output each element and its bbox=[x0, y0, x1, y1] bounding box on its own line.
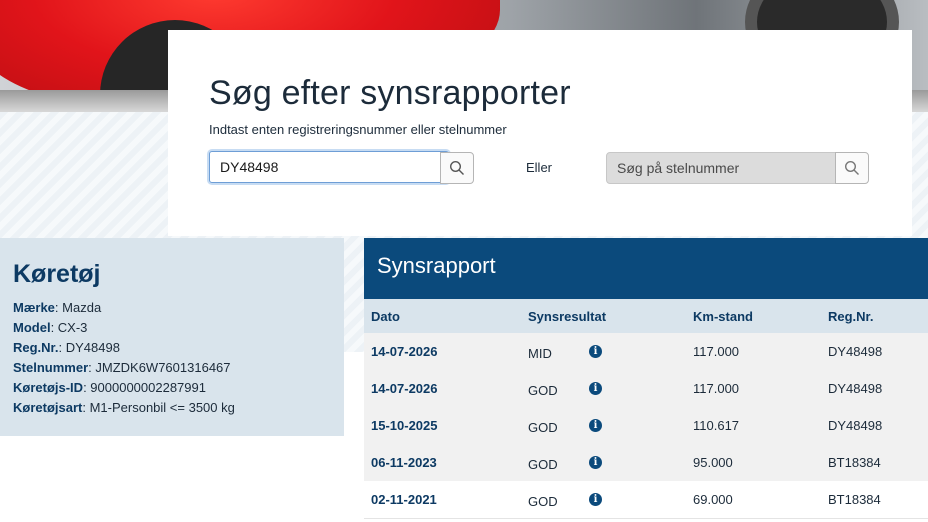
vehicle-heading: Køretøj bbox=[13, 260, 101, 288]
field-value: 9000000002287991 bbox=[90, 380, 206, 395]
row-date: 15-10-2025 bbox=[371, 418, 438, 433]
field-value: Mazda bbox=[62, 300, 102, 315]
row-reg: DY48498 bbox=[828, 418, 883, 433]
field-value: JMZDK6W7601316467 bbox=[95, 360, 231, 375]
search-icon bbox=[449, 160, 464, 175]
vehicle-field-vin: Stelnummer: JMZDK6W7601316467 bbox=[13, 360, 231, 375]
search-card: Søg efter synsrapporter Indtast enten re… bbox=[168, 30, 912, 236]
field-label: Mærke bbox=[13, 300, 55, 315]
row-km: 117.000 bbox=[693, 381, 740, 396]
table-row[interactable]: 06-11-2023 GOD i 95.000 BT18384 bbox=[364, 444, 928, 482]
field-value: M1-Personbil <= 3500 kg bbox=[89, 400, 235, 415]
vehicle-field-reg: Reg.Nr.: DY48498 bbox=[13, 340, 120, 355]
table-row[interactable]: 14-07-2026 GOD i 117.000 DY48498 bbox=[364, 370, 928, 408]
row-km: 110.617 bbox=[693, 418, 740, 433]
table-row[interactable]: 14-07-2026 MID i 117.000 DY48498 bbox=[364, 333, 928, 371]
registration-input[interactable] bbox=[209, 151, 449, 183]
row-result: GOD bbox=[528, 420, 558, 435]
vehicle-field-id: Køretøjs-ID: 9000000002287991 bbox=[13, 380, 206, 395]
report-title: Synsrapport bbox=[364, 238, 928, 299]
search-subtitle: Indtast enten registreringsnummer eller … bbox=[209, 122, 507, 137]
info-icon[interactable]: i bbox=[589, 345, 602, 358]
row-date: 02-11-2021 bbox=[371, 492, 437, 507]
page-title: Søg efter synsrapporter bbox=[209, 74, 571, 112]
vehicle-field-make: Mærke: Mazda bbox=[13, 300, 102, 315]
vehicle-field-type: Køretøjsart: M1-Personbil <= 3500 kg bbox=[13, 400, 235, 415]
row-reg: DY48498 bbox=[828, 381, 883, 396]
report-panel: Synsrapport Dato Synsresultat Km-stand R… bbox=[364, 238, 928, 522]
row-date: 06-11-2023 bbox=[371, 455, 437, 470]
table-row[interactable]: 15-10-2025 GOD i 110.617 DY48498 bbox=[364, 407, 928, 445]
field-value: CX-3 bbox=[57, 320, 88, 335]
column-reg: Reg.Nr. bbox=[828, 309, 874, 324]
table-row[interactable]: 02-11-2021 GOD i 69.000 BT18384 bbox=[364, 481, 928, 519]
row-result: GOD bbox=[528, 494, 558, 509]
column-result: Synsresultat bbox=[528, 309, 607, 324]
or-label: Eller bbox=[526, 160, 553, 175]
vin-search-button[interactable] bbox=[835, 152, 869, 184]
vehicle-details: Mærke: Mazda Model: CX-3 Reg.Nr.: DY4849… bbox=[13, 298, 235, 418]
row-result: GOD bbox=[528, 383, 558, 398]
info-icon[interactable]: i bbox=[589, 419, 602, 432]
info-icon[interactable]: i bbox=[589, 382, 602, 395]
row-result: GOD bbox=[528, 457, 558, 472]
info-icon[interactable]: i bbox=[589, 493, 602, 506]
row-reg: DY48498 bbox=[828, 344, 883, 359]
field-label: Reg.Nr. bbox=[13, 340, 59, 355]
search-icon bbox=[844, 160, 859, 175]
row-reg: BT18384 bbox=[828, 455, 881, 470]
row-reg: BT18384 bbox=[828, 492, 881, 507]
column-km: Km-stand bbox=[693, 309, 753, 324]
column-date: Dato bbox=[371, 309, 400, 324]
registration-search-button[interactable] bbox=[440, 152, 474, 184]
vehicle-field-model: Model: CX-3 bbox=[13, 320, 88, 335]
row-result: MID bbox=[528, 346, 552, 361]
vehicle-panel: Køretøj Mærke: Mazda Model: CX-3 Reg.Nr.… bbox=[0, 238, 344, 436]
row-km: 95.000 bbox=[693, 455, 733, 470]
vin-input[interactable] bbox=[606, 152, 836, 184]
field-label: Model bbox=[13, 320, 51, 335]
field-label: Stelnummer bbox=[13, 360, 89, 375]
field-label: Køretøjs-ID bbox=[13, 380, 84, 395]
field-value: DY48498 bbox=[65, 340, 120, 355]
row-date: 14-07-2026 bbox=[371, 381, 438, 396]
table-header: Dato Synsresultat Km-stand Reg.Nr. bbox=[364, 299, 928, 333]
row-date: 14-07-2026 bbox=[371, 344, 438, 359]
info-icon[interactable]: i bbox=[589, 456, 602, 469]
row-km: 69.000 bbox=[693, 492, 733, 507]
row-km: 117.000 bbox=[693, 344, 740, 359]
field-label: Køretøjsart bbox=[13, 400, 83, 415]
